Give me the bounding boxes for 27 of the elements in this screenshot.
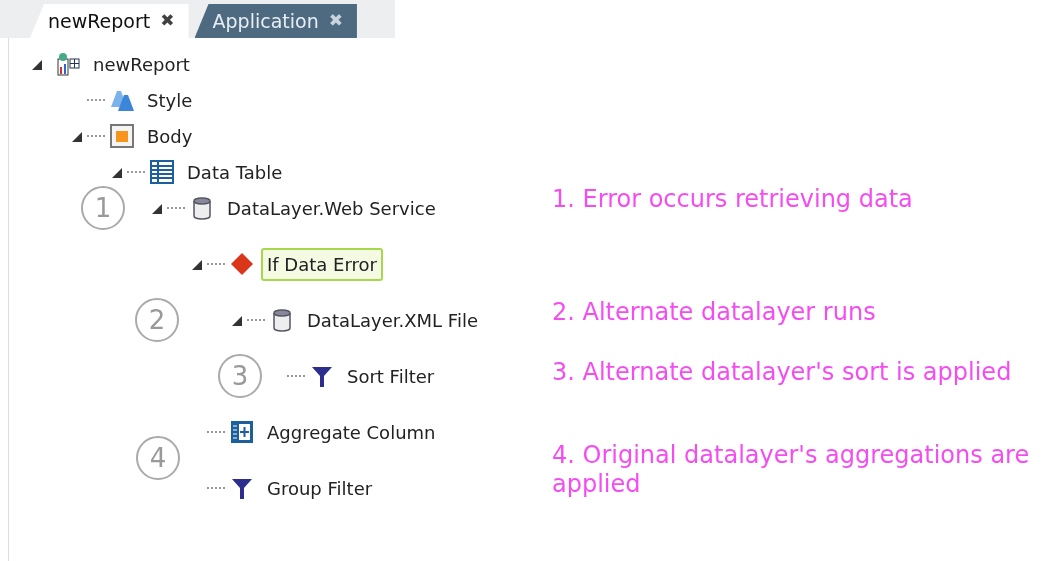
step-number: 4 xyxy=(136,436,180,480)
tab[interactable]: Application ✖ xyxy=(194,4,357,38)
tree-node[interactable]: DataLayer.XML File xyxy=(301,303,484,337)
tree-node[interactable]: Style xyxy=(141,83,199,117)
tree-node[interactable]: Sort Filter xyxy=(341,359,441,393)
diamond-icon xyxy=(229,251,255,277)
square-icon xyxy=(109,123,135,149)
annotation-text: 4. Original datalayer's aggregations are applied xyxy=(552,441,1031,499)
table-icon xyxy=(149,159,175,185)
annotation-text: 1. Error occurs retrieving data xyxy=(552,185,914,214)
annotation-text: 2. Alternate datalayer runs xyxy=(552,298,877,327)
close-icon[interactable]: ✖ xyxy=(160,8,175,34)
tree-node[interactable]: Data Table xyxy=(181,155,289,189)
close-icon[interactable]: ✖ xyxy=(328,8,343,34)
bar-chart-icon xyxy=(55,51,81,77)
plus-column-icon xyxy=(229,419,255,445)
step-number: 2 xyxy=(135,298,179,342)
tree-node[interactable]: DataLayer.Web Service xyxy=(221,191,442,225)
tree-node[interactable]: Aggregate Column xyxy=(261,415,442,449)
step-number: 3 xyxy=(218,354,262,398)
tab[interactable]: newReport ✖ xyxy=(30,4,189,38)
tree-node[interactable]: Group Filter xyxy=(261,471,379,505)
annotation-text: 3. Alternate datalayer's sort is applied xyxy=(552,358,1013,387)
tree-node[interactable]: Body xyxy=(141,119,199,153)
tree-node[interactable]: newReport xyxy=(87,47,196,81)
tree-node[interactable]: If Data Error xyxy=(261,247,383,281)
step-number: 1 xyxy=(81,186,125,230)
